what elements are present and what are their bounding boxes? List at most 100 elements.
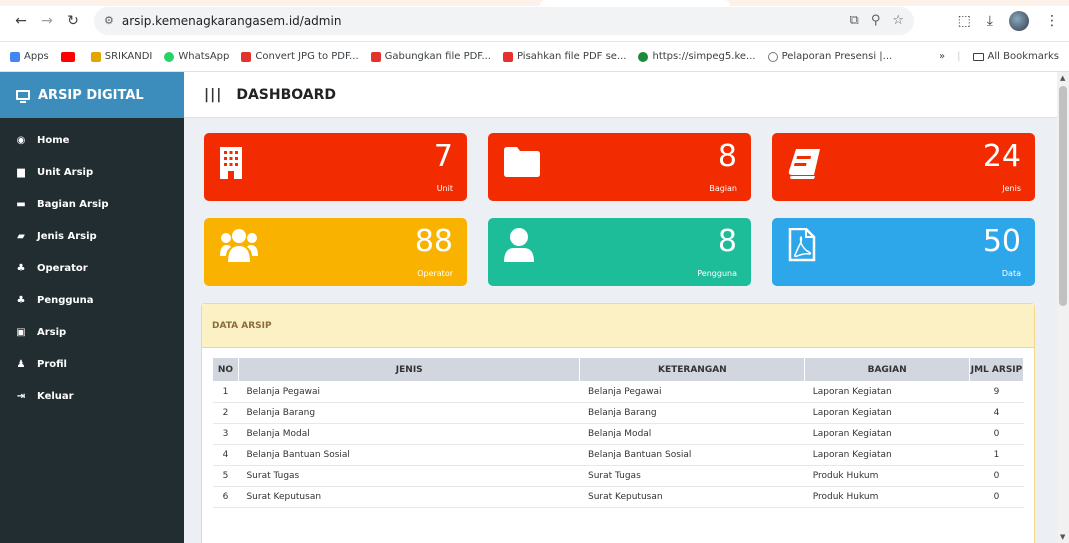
back-icon[interactable]: ← xyxy=(10,10,32,32)
building-icon xyxy=(220,147,242,179)
tile-value: 7 xyxy=(433,139,453,174)
forward-icon[interactable]: → xyxy=(36,10,58,32)
sidebar-item-label: Home xyxy=(37,134,70,146)
tile-bagian[interactable]: 8 Bagian xyxy=(488,133,751,201)
cell-no: 1 xyxy=(212,381,239,403)
simpeg-icon xyxy=(638,51,649,62)
tile-value: 8 xyxy=(717,139,737,174)
column-header-bagian[interactable]: BAGIAN xyxy=(804,357,971,382)
cell-keterangan: Surat Tugas xyxy=(579,465,805,487)
cell-keterangan: Belanja Pegawai xyxy=(579,381,805,403)
cell-jenis: Belanja Barang xyxy=(238,402,580,424)
sidebar-item-label: Bagian Arsip xyxy=(37,198,109,210)
bookmark-convert-jpg[interactable]: Convert JPG to PDF... xyxy=(241,51,359,62)
download-icon[interactable]: ⤓ xyxy=(987,13,993,29)
bookmark-srikandi[interactable]: SRIKANDI xyxy=(90,51,152,62)
bookmark-simpeg[interactable]: https://simpeg5.ke... xyxy=(638,51,756,62)
separator: | xyxy=(957,51,961,62)
tile-data[interactable]: 50 Data xyxy=(772,218,1035,286)
url-text[interactable]: arsip.kemenagkarangasem.id/admin xyxy=(122,14,342,28)
column-header-no[interactable]: NO xyxy=(212,357,239,382)
tile-unit[interactable]: 7 Unit xyxy=(204,133,467,201)
tile-operator[interactable]: 88 Operator xyxy=(204,218,467,286)
cell-no: 4 xyxy=(212,444,239,466)
book-icon xyxy=(788,149,820,179)
cell-jenis: Surat Keputusan xyxy=(238,486,580,508)
sidebar-item-home[interactable]: ◉ Home xyxy=(0,124,184,156)
scroll-down-icon[interactable]: ▼ xyxy=(1060,533,1065,541)
browser-menu-icon[interactable]: ⋮ xyxy=(1045,13,1059,29)
bookmark-youtube[interactable] xyxy=(60,51,79,62)
tile-jenis[interactable]: 24 Jenis xyxy=(772,133,1035,201)
sidebar-item-operator[interactable]: ♣ Operator xyxy=(0,252,184,284)
cell-keterangan: Belanja Bantuan Sosial xyxy=(579,444,805,466)
bookmark-label: WhatsApp xyxy=(178,51,230,62)
bookmark-gabungkan[interactable]: Gabungkan file PDF... xyxy=(370,51,491,62)
sign-out-icon: ⇥ xyxy=(16,390,26,402)
cell-jenis: Belanja Pegawai xyxy=(238,381,580,403)
main-content: ||| DASHBOARD 7 Unit 8 Bagian 24 Jenis 8… xyxy=(184,72,1069,543)
all-bookmarks-button[interactable]: All Bookmarks xyxy=(972,51,1059,62)
sidebar-item-arsip[interactable]: ▣ Arsip xyxy=(0,316,184,348)
bookmark-presensi[interactable]: Pelaporan Presensi |... xyxy=(767,51,892,62)
cell-jml-arsip: 0 xyxy=(969,423,1024,445)
sidebar-item-label: Jenis Arsip xyxy=(37,230,97,242)
reload-icon[interactable]: ↻ xyxy=(62,10,84,32)
profile-avatar[interactable] xyxy=(1009,10,1029,31)
tile-label: Pengguna xyxy=(697,269,737,278)
tile-label: Bagian xyxy=(709,184,737,193)
users-icon: ♣ xyxy=(16,262,26,274)
bookmark-star-icon[interactable]: ☆ xyxy=(892,13,904,28)
page-title: DASHBOARD xyxy=(236,86,337,103)
more-bookmarks-button[interactable]: » xyxy=(939,51,945,62)
bookmark-apps[interactable]: Apps xyxy=(10,51,49,62)
sidebar: ARSIP DIGITAL ◉ Home ▆ Unit Arsip ▬ Bagian … xyxy=(0,72,184,543)
cell-bagian: Laporan Kegiatan xyxy=(804,402,970,424)
page-scrollbar[interactable]: ▲ ▼ xyxy=(1057,72,1069,543)
heart-icon xyxy=(241,51,252,62)
cell-bagian: Laporan Kegiatan xyxy=(804,423,970,445)
tile-value: 50 xyxy=(982,224,1021,259)
sidebar-item-jenis-arsip[interactable]: ▰ Jenis Arsip xyxy=(0,220,184,252)
address-bar[interactable]: ⚙ arsip.kemenagkarangasem.id/admin ⧉ ⚲ ☆ xyxy=(94,6,914,35)
table-row: 3 Belanja Modal Belanja Modal Laporan Ke… xyxy=(212,423,1024,445)
content-header: ||| DASHBOARD xyxy=(184,72,1069,118)
heart-icon xyxy=(502,51,513,62)
site-info-icon[interactable]: ⚙ xyxy=(104,14,114,27)
scroll-up-icon[interactable]: ▲ xyxy=(1060,74,1065,82)
bookmark-whatsapp[interactable]: WhatsApp xyxy=(164,51,229,62)
sidebar-item-keluar[interactable]: ⇥ Keluar xyxy=(0,380,184,412)
sidebar-item-label: Operator xyxy=(37,262,88,274)
sidebar-item-label: Arsip xyxy=(37,326,67,338)
sidebar-item-profil[interactable]: ♟ Profil xyxy=(0,348,184,380)
translate-icon[interactable]: ⧉ xyxy=(850,13,859,28)
user-icon: ♟ xyxy=(16,358,26,370)
users-icon: ♣ xyxy=(16,294,26,306)
bookmark-label: https://simpeg5.ke... xyxy=(652,51,756,62)
data-arsip-panel: DATA ARSIP NO JENIS KETERANGAN BAGIAN JM… xyxy=(201,303,1035,543)
youtube-icon xyxy=(60,51,75,62)
sidebar-item-bagian-arsip[interactable]: ▬ Bagian Arsip xyxy=(0,188,184,220)
bookmark-pisahkan[interactable]: Pisahkan file PDF se... xyxy=(502,51,627,62)
hamburger-menu-icon[interactable]: ||| xyxy=(204,87,222,103)
zoom-icon[interactable]: ⚲ xyxy=(871,13,881,28)
column-header-keterangan[interactable]: KETERANGAN xyxy=(579,357,806,382)
sidebar-item-unit-arsip[interactable]: ▆ Unit Arsip xyxy=(0,156,184,188)
table-header-row: NO JENIS KETERANGAN BAGIAN JML ARSIP xyxy=(212,357,1024,382)
table-row: 1 Belanja Pegawai Belanja Pegawai Lapora… xyxy=(212,381,1024,403)
cell-jml-arsip: 9 xyxy=(969,381,1024,403)
column-header-jenis[interactable]: JENIS xyxy=(237,357,581,382)
sidebar-item-pengguna[interactable]: ♣ Pengguna xyxy=(0,284,184,316)
building-icon: ▆ xyxy=(17,166,25,178)
tile-pengguna[interactable]: 8 Pengguna xyxy=(488,218,751,286)
cell-no: 5 xyxy=(212,465,239,487)
bookmark-label: Pisahkan file PDF se... xyxy=(516,51,627,62)
active-tab-edge[interactable] xyxy=(540,0,730,6)
scrollbar-thumb[interactable] xyxy=(1059,86,1067,306)
extensions-icon[interactable]: ⬚ xyxy=(958,13,971,29)
tile-label: Operator xyxy=(417,269,453,278)
cell-keterangan: Belanja Modal xyxy=(579,423,805,445)
brand-logo[interactable]: ARSIP DIGITAL xyxy=(0,72,184,118)
column-header-jml-arsip[interactable]: JML ARSIP xyxy=(969,357,1024,382)
folder-icon xyxy=(972,52,984,61)
